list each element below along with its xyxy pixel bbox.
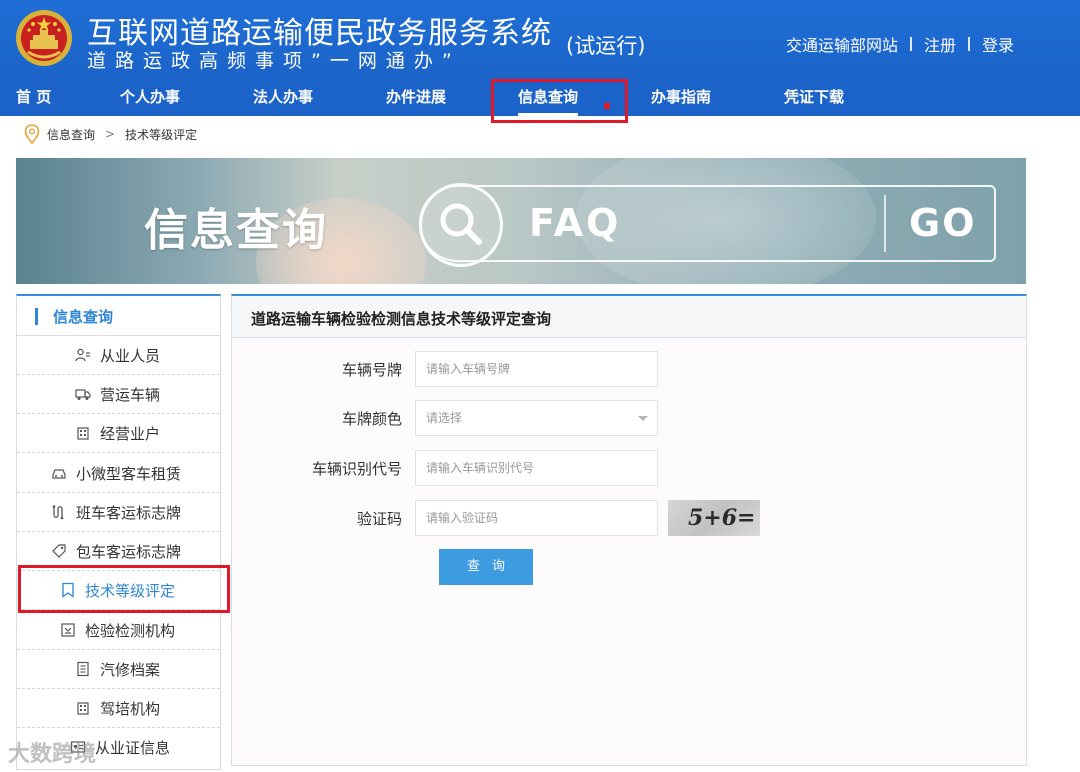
nav-case-progress[interactable]: 办件进展 — [386, 80, 446, 116]
nav-corporate-services[interactable]: 法人办事 — [253, 80, 313, 116]
banner-go-text: GO — [909, 201, 977, 245]
plate-color-select-value: 请选择 — [426, 411, 463, 425]
national-emblem-icon — [16, 10, 72, 66]
document-icon — [75, 661, 91, 677]
chevron-down-icon — [638, 416, 648, 421]
sidebar-item-driving-schools[interactable]: 驾培机构 — [17, 689, 220, 728]
sidebar-item-label: 从业人员 — [100, 347, 161, 365]
car-icon — [51, 465, 67, 481]
plate-label: 车辆号牌 — [341, 361, 402, 379]
plate-color-select[interactable]: 请选择 — [415, 400, 658, 436]
sidebar-item-label: 小微型客车租赁 — [76, 465, 182, 483]
route-icon — [51, 504, 67, 520]
sidebar-item-label: 从业证信息 — [95, 739, 171, 757]
nav-service-guide[interactable]: 办事指南 — [651, 80, 711, 116]
sidebar-item-label: 驾培机构 — [100, 700, 161, 718]
query-panel: 道路运输车辆检验检测信息技术等级评定查询 车辆号牌 车牌颜色 请选择 车辆识别代… — [231, 294, 1027, 766]
banner-search-circle — [419, 183, 503, 267]
vin-label: 车辆识别代号 — [311, 460, 402, 478]
building-icon — [75, 700, 91, 716]
sidebar-header: 信息查询 — [17, 296, 220, 336]
location-pin-icon — [24, 124, 40, 144]
sidebar-item-operators[interactable]: 经营业户 — [17, 414, 220, 453]
sidebar-header-bar — [35, 308, 38, 325]
ministry-website-link[interactable]: 交通运输部网站 — [786, 32, 898, 56]
person-list-icon — [75, 347, 91, 363]
sidebar-item-repair-records[interactable]: 汽修档案 — [17, 650, 220, 689]
magnifier-icon — [440, 203, 482, 245]
panel-header: 道路运输车辆检验检测信息技术等级评定查询 — [232, 296, 1026, 338]
banner-search-graphic: FAQ GO — [419, 183, 996, 267]
sidebar-item-label: 汽修档案 — [100, 661, 161, 679]
panel-title: 道路运输车辆检验检测信息技术等级评定查询 — [251, 310, 552, 328]
breadcrumb-current: 技术等级评定 — [125, 127, 198, 142]
plate-color-label: 车牌颜色 — [341, 410, 402, 428]
banner-divider — [884, 195, 886, 252]
site-header: 互联网道路运输便民政务服务系统 道路运政高频事项”一网通办” (试运行) 交通运… — [0, 0, 1080, 80]
nav-personal-services[interactable]: 个人办事 — [120, 80, 180, 116]
register-link[interactable]: 注册 — [924, 32, 956, 56]
nav-marker — [604, 103, 610, 109]
sidebar-highlight-box — [18, 565, 230, 613]
info-query-banner: 信息查询 FAQ GO — [16, 158, 1026, 284]
login-link[interactable]: 登录 — [982, 32, 1014, 56]
sidebar-item-label: 检验检测机构 — [85, 622, 176, 640]
site-subtitle: 道路运政高频事项”一网通办” — [87, 50, 461, 72]
building-icon — [75, 425, 91, 441]
banner-title: 信息查询 — [144, 205, 328, 256]
vin-input[interactable] — [415, 450, 658, 486]
nav-certificate-download[interactable]: 凭证下载 — [784, 80, 844, 116]
nav-highlight-box — [491, 79, 628, 123]
sidebar-item-inspection-agencies[interactable]: 检验检测机构 — [17, 611, 220, 650]
banner-faq-text: FAQ — [529, 201, 622, 245]
sidebar-item-operating-vehicles[interactable]: 营运车辆 — [17, 375, 220, 414]
captcha-label: 验证码 — [356, 510, 402, 528]
query-button[interactable]: 查询 — [439, 549, 533, 585]
truck-icon — [75, 386, 91, 402]
top-links: 交通运输部网站 注册 登录 — [786, 32, 1014, 56]
sidebar-item-label: 包车客运标志牌 — [76, 543, 182, 561]
sidebar-item-label: 班车客运标志牌 — [76, 504, 182, 522]
plate-input[interactable] — [415, 351, 658, 387]
inspection-icon — [60, 622, 76, 638]
breadcrumb: 信息查询 > 技术等级评定 — [24, 124, 197, 144]
sidebar: 信息查询 从业人员 营运车辆 经营业户 小微型客车租赁 班车客运标志牌 包车客运… — [16, 294, 221, 770]
sidebar-item-label: 经营业户 — [100, 425, 161, 443]
sidebar-item-label: 营运车辆 — [100, 386, 161, 404]
sidebar-item-practitioners[interactable]: 从业人员 — [17, 336, 220, 375]
link-separator — [968, 37, 971, 51]
link-separator — [910, 37, 913, 51]
sidebar-header-title: 信息查询 — [53, 308, 114, 326]
tag-icon — [51, 543, 67, 559]
sidebar-item-car-rental[interactable]: 小微型客车租赁 — [17, 454, 220, 493]
captcha-input[interactable] — [415, 500, 658, 536]
trial-label: (试运行) — [566, 34, 646, 58]
watermark: 大数跨境 — [8, 742, 97, 767]
nav-home[interactable]: 首 页 — [16, 80, 51, 116]
breadcrumb-root[interactable]: 信息查询 — [47, 126, 95, 143]
sidebar-item-scheduled-bus-signs[interactable]: 班车客运标志牌 — [17, 493, 220, 532]
breadcrumb-separator: > — [105, 127, 116, 141]
captcha-image[interactable]: 5+6= — [668, 500, 760, 536]
